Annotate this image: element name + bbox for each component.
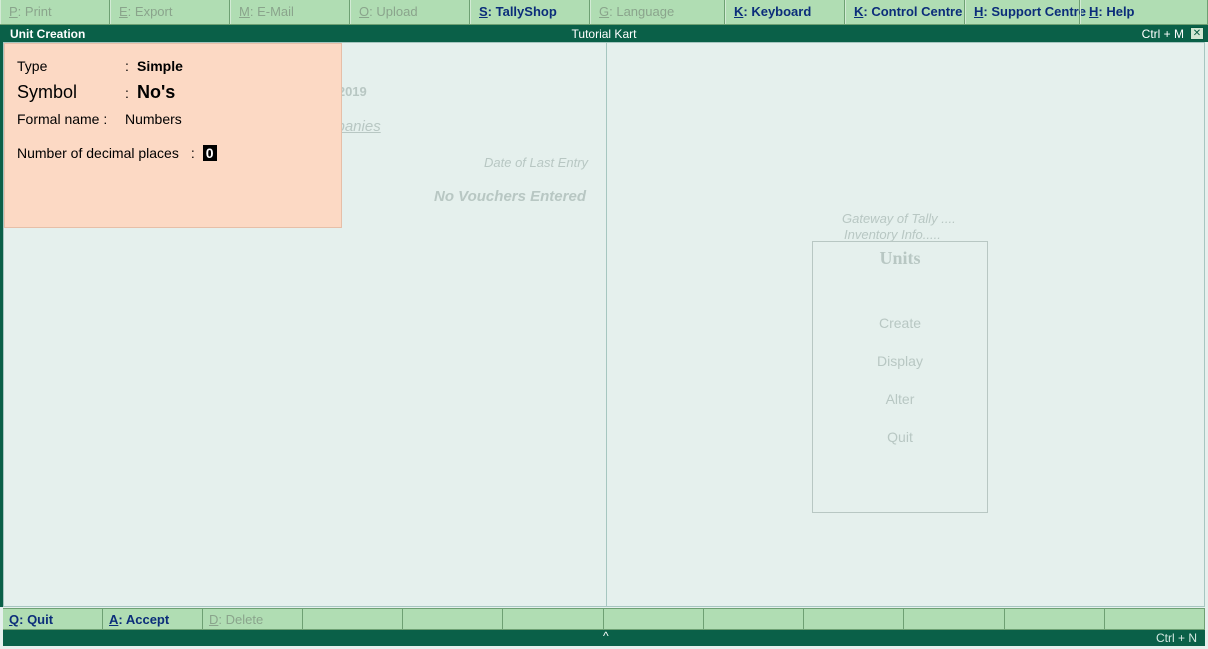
gateway-item-quit: Quit [813,429,987,445]
bottom-blank-cell [403,609,503,629]
menu-hotkey: G [599,4,609,19]
menu-hotkey: P [9,4,18,19]
menu-label: : Language [609,4,674,19]
menu-export[interactable]: E: Export [110,0,230,24]
btn-hotkey: A [109,612,118,627]
status-shortcut: Ctrl + N [1156,631,1205,645]
menu-label: : Control Centre [863,4,962,19]
menu-email[interactable]: M: E-Mail [230,0,350,24]
menu-label: : E-Mail [250,4,294,19]
decimal-places-field[interactable]: 0 [203,145,217,161]
menu-hotkey: M [239,4,250,19]
menu-label: : Print [18,4,52,19]
status-bar: ^ Ctrl + N [3,630,1205,646]
menu-help[interactable]: H: Help [1080,0,1208,24]
screen-title: Unit Creation [0,27,85,41]
bottom-bar-spacer [303,609,1205,629]
titlebar-shortcut: Ctrl + M [1142,27,1184,41]
decimal-places-label: Number of decimal places [17,145,179,161]
title-bar: Unit Creation Tutorial Kart Ctrl + M ✕ [0,25,1208,42]
caret-up-icon[interactable]: ^ [603,629,609,643]
menu-control-centre[interactable]: K: Control Centre [845,0,965,24]
bottom-blank-cell [704,609,804,629]
menu-hotkey: K [854,4,863,19]
bottom-blank-cell [804,609,904,629]
btn-label: : Quit [19,612,53,627]
bottom-blank-cell [604,609,704,629]
bottom-blank-cell [1005,609,1105,629]
formal-name-field[interactable]: Numbers [125,111,182,127]
menu-label: : Upload [369,4,417,19]
menu-tallyshop[interactable]: S: TallyShop [470,0,590,24]
last-entry-label: Date of Last Entry [484,155,588,170]
menu-upload[interactable]: O: Upload [350,0,470,24]
menu-keyboard[interactable]: K: Keyboard [725,0,845,24]
no-vouchers-label: No Vouchers Entered [434,188,586,205]
menu-hotkey: O [359,4,369,19]
menu-print[interactable]: P: Print [0,0,110,24]
workspace: Current Date Monday, 1 Apr, 2019 mpanies… [3,42,1205,607]
btn-hotkey: D [209,612,218,627]
menu-hotkey: S [479,4,488,19]
menu-hotkey: H [1089,4,1098,19]
colon: : [125,85,137,101]
btn-hotkey: Q [9,612,19,627]
colon: : [191,145,195,161]
quit-button[interactable]: Q: Quit [3,609,103,629]
menu-label: : Support Centre [983,4,1086,19]
type-label: Type [17,58,125,74]
menu-hotkey: K [734,4,743,19]
bottom-blank-cell [1105,609,1205,629]
unit-creation-dialog: Type : Simple Symbol : No's Formal name … [4,43,342,228]
btn-label: : Delete [218,612,263,627]
vertical-separator [606,43,607,606]
bottom-blank-cell [904,609,1004,629]
accept-button[interactable]: A: Accept [103,609,203,629]
menu-hotkey: H [974,4,983,19]
bottom-blank-cell [303,609,403,629]
close-icon[interactable]: ✕ [1190,27,1204,40]
colon: : [125,58,137,74]
symbol-label: Symbol [17,82,125,103]
bottom-command-bar: Q: Quit A: Accept D: Delete [3,608,1205,630]
gateway-box: Units Create Display Alter Quit [812,241,988,513]
menu-hotkey: E [119,4,128,19]
menu-support-centre[interactable]: H: Support Centre [965,0,1080,24]
menu-label: : Keyboard [743,4,811,19]
company-name: Tutorial Kart [0,27,1208,41]
menu-label: : Export [128,4,173,19]
delete-button: D: Delete [203,609,303,629]
breadcrumb-line1: Gateway of Tally .... [842,211,956,226]
breadcrumb-line2: Inventory Info..... [844,227,941,242]
gateway-item-create: Create [813,315,987,331]
type-field[interactable]: Simple [137,58,183,74]
bottom-blank-cell [503,609,603,629]
menu-label: : TallyShop [488,4,557,19]
gateway-box-title: Units [813,248,987,269]
btn-label: : Accept [118,612,169,627]
menu-language[interactable]: G: Language [590,0,725,24]
symbol-field[interactable]: No's [137,82,175,103]
gateway-item-display: Display [813,353,987,369]
formal-name-label: Formal name : [17,111,125,127]
menu-label: : Help [1098,4,1134,19]
gateway-item-alter: Alter [813,391,987,407]
top-menu-bar: P: Print E: Export M: E-Mail O: Upload S… [0,0,1208,25]
